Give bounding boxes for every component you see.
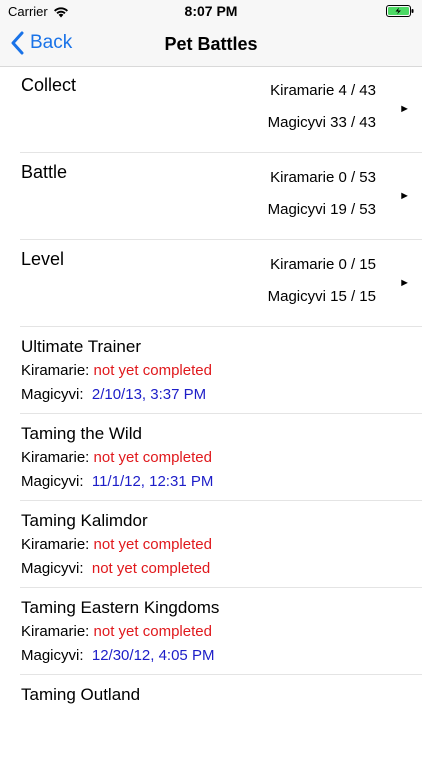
achievement-status: Kiramarie: not yet completed (21, 536, 212, 553)
navigation-bar: Back Pet Battles (0, 22, 422, 67)
summary-line: Kiramarie 4 / 43 (270, 82, 376, 99)
status-value: not yet completed (93, 449, 212, 466)
content-list: Collect Kiramarie 4 / 43 Magicyvi 33 / 4… (0, 66, 422, 761)
summary-title: Collect (21, 75, 77, 95)
summary-title: Battle (21, 162, 68, 182)
character-name: Kiramarie: (21, 362, 90, 379)
status-value: 11/1/12, 12:31 PM (91, 473, 214, 490)
status-value: 12/30/12, 4:05 PM (91, 647, 215, 664)
character-name: Magicyvi: (21, 473, 84, 490)
summary-line: Magicyvi 19 / 53 (267, 201, 376, 218)
disclosure-arrow-icon: ► (399, 190, 410, 202)
clock: 8:07 PM (184, 3, 238, 19)
status-bar: Carrier 8:07 PM (0, 0, 422, 22)
achievement-status: Magicyvi: 11/1/12, 12:31 PM (21, 473, 213, 490)
achievement-status: Kiramarie: not yet completed (21, 362, 212, 379)
status-value: 2/10/13, 3:37 PM (91, 386, 207, 403)
character-name: Magicyvi: (21, 560, 84, 577)
achievement-row[interactable]: Ultimate Trainer Kiramarie: not yet comp… (20, 327, 422, 414)
achievement-row[interactable]: Taming Kalimdor Kiramarie: not yet compl… (20, 501, 422, 588)
character-name: Kiramarie: (21, 623, 90, 640)
achievement-status: Magicyvi: 12/30/12, 4:05 PM (21, 647, 214, 664)
summary-line: Magicyvi 33 / 43 (267, 114, 376, 131)
achievement-row[interactable]: Taming the Wild Kiramarie: not yet compl… (20, 414, 422, 501)
summary-line: Magicyvi 15 / 15 (267, 288, 376, 305)
character-name: Magicyvi: (21, 386, 84, 403)
achievement-row[interactable]: Taming Outland (20, 675, 422, 761)
page-title: Pet Battles (164, 34, 258, 54)
status-value: not yet completed (93, 536, 212, 553)
achievement-status: Kiramarie: not yet completed (21, 449, 212, 466)
character-name: Kiramarie: (21, 449, 90, 466)
summary-line: Kiramarie 0 / 53 (270, 169, 376, 186)
achievement-title: Ultimate Trainer (21, 337, 141, 356)
character-name: Kiramarie: (21, 536, 90, 553)
achievement-title: Taming Kalimdor (21, 511, 148, 530)
achievement-title: Taming the Wild (21, 424, 142, 443)
battery-charging-icon (386, 5, 414, 17)
achievement-status: Magicyvi: 2/10/13, 3:37 PM (21, 386, 206, 403)
summary-title: Level (21, 249, 65, 269)
disclosure-arrow-icon: ► (399, 103, 410, 115)
summary-row-level[interactable]: Level Kiramarie 0 / 15 Magicyvi 15 / 15 … (20, 240, 422, 327)
status-value: not yet completed (93, 623, 212, 640)
status-value: not yet completed (91, 560, 211, 577)
achievement-row[interactable]: Taming Eastern Kingdoms Kiramarie: not y… (20, 588, 422, 675)
summary-line: Kiramarie 0 / 15 (270, 256, 376, 273)
achievement-title: Taming Eastern Kingdoms (21, 598, 220, 617)
achievement-status: Kiramarie: not yet completed (21, 623, 212, 640)
disclosure-arrow-icon: ► (399, 277, 410, 289)
achievement-title: Taming Outland (21, 685, 141, 704)
status-value: not yet completed (93, 362, 212, 379)
summary-row-battle[interactable]: Battle Kiramarie 0 / 53 Magicyvi 19 / 53… (20, 153, 422, 240)
character-name: Magicyvi: (21, 647, 84, 664)
achievement-status: Magicyvi: not yet completed (21, 560, 210, 577)
summary-row-collect[interactable]: Collect Kiramarie 4 / 43 Magicyvi 33 / 4… (20, 66, 422, 153)
